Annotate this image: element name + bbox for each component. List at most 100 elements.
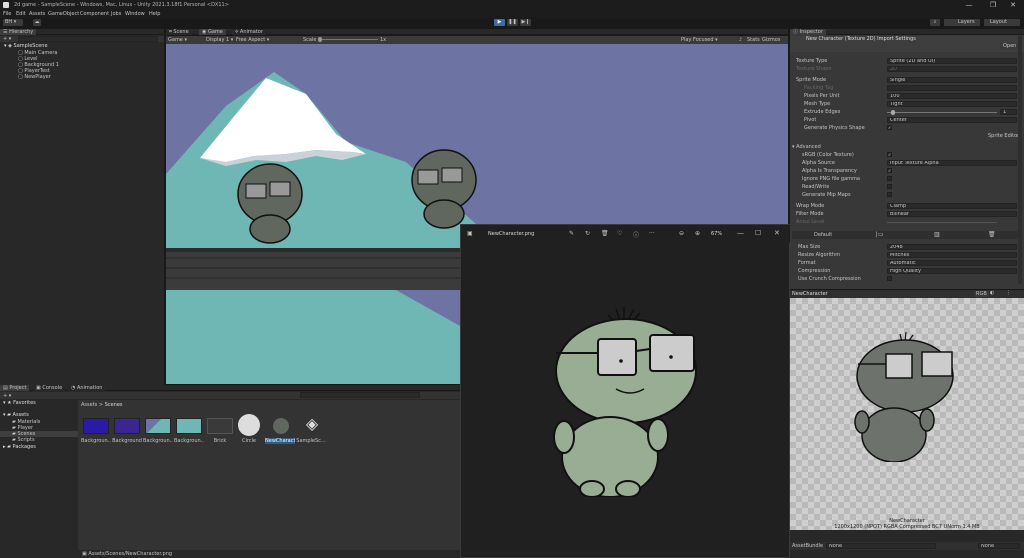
zoom-in-icon[interactable]: ⊕ [695, 230, 700, 237]
menu-file[interactable]: File [3, 11, 11, 17]
tab-animation[interactable]: ◔ Animation [68, 385, 106, 391]
pivot-dropdown[interactable]: Center [887, 117, 1017, 123]
tab-scene[interactable]: ⌗ Scene [166, 29, 192, 35]
maximize-button[interactable]: ❐ [982, 0, 1004, 10]
standalone-icon[interactable]: ▭ [878, 231, 884, 238]
sprite-editor-button[interactable]: Sprite Editor [986, 133, 1022, 140]
filter-mode-dropdown[interactable]: Bilinear [887, 211, 1017, 217]
physics-shape-checkbox[interactable]: ✓ [887, 125, 892, 130]
info-icon[interactable]: ⓘ [633, 230, 639, 239]
menu-window[interactable]: Window [125, 11, 145, 17]
game-mode-dropdown[interactable]: Game ▾ [168, 37, 187, 43]
favorites-node[interactable]: ▾ ★ Favorites [3, 400, 36, 406]
max-size-dropdown[interactable]: 2048 [887, 244, 1017, 250]
more-icon[interactable]: ··· [649, 230, 655, 237]
viewer-minimize-button[interactable]: — [737, 229, 744, 237]
web-icon[interactable]: ▥ [934, 231, 940, 238]
play-focused-dropdown[interactable]: Play Focused ▾ [681, 37, 718, 43]
favorite-icon[interactable]: ♡ [617, 230, 622, 237]
cloud-icon[interactable]: ☁ [33, 19, 41, 26]
folder-scripts[interactable]: ▰ Scripts [12, 437, 35, 443]
account-dropdown[interactable]: BH ▾ [3, 19, 23, 26]
hierarchy-search-input[interactable] [18, 36, 158, 42]
scale-slider-handle[interactable] [318, 37, 322, 42]
open-button[interactable]: Open [1000, 43, 1020, 50]
asset-label: Backgroun... [81, 438, 111, 444]
step-button[interactable]: ▶❙ [520, 19, 531, 26]
tab-inspector[interactable]: ⓘ Inspector [790, 29, 826, 35]
platform-default-tab[interactable]: Default [814, 232, 832, 238]
tab-animator[interactable]: ⟡ Animator [232, 29, 266, 35]
add-button[interactable]: + ▾ [3, 36, 11, 42]
compression-dropdown[interactable]: High Quality [887, 268, 1017, 274]
edit-icon[interactable]: ✎ [569, 230, 574, 237]
texture-type-dropdown[interactable]: Sprite (2D and UI) [887, 58, 1017, 64]
crunch-compression-checkbox[interactable] [887, 276, 892, 281]
breadcrumb-root[interactable]: Assets [81, 402, 97, 408]
resize-algorithm-dropdown[interactable]: Mitchell [887, 252, 1017, 258]
play-button[interactable]: ▶ [494, 19, 505, 26]
asset-item[interactable]: ◈ SampleSc... [296, 414, 336, 458]
tab-hierarchy[interactable]: ☰ Hierarchy [0, 29, 37, 35]
scene-root[interactable]: ▾ ◈ SampleScene [4, 43, 160, 49]
extrude-edges-input[interactable]: 1 [1000, 109, 1017, 115]
resize-algorithm-label: Resize Algorithm [798, 252, 841, 258]
wrap-mode-dropdown[interactable]: Clamp [887, 203, 1017, 209]
menu-component[interactable]: Component [80, 11, 109, 17]
display-dropdown[interactable]: Display 1 ▾ [206, 37, 233, 43]
pixels-per-unit-input[interactable]: 100 [887, 93, 1017, 99]
sprite-mode-dropdown[interactable]: Single [887, 77, 1017, 83]
inspector-scrollbar[interactable] [1018, 36, 1022, 284]
tab-game[interactable]: ◉ Game [199, 29, 226, 35]
mute-icon[interactable]: ♪ [739, 37, 742, 43]
stats-button[interactable]: Stats [747, 37, 760, 43]
packing-tag-input[interactable] [887, 85, 1017, 91]
mip-maps-checkbox[interactable] [887, 192, 892, 197]
srgb-checkbox[interactable]: ✓ [887, 152, 892, 157]
zoom-out-icon[interactable]: ⊖ [679, 230, 684, 237]
read-write-label: Read/Write [802, 184, 830, 190]
delete-icon[interactable]: 🗑 [601, 230, 609, 237]
assets-node[interactable]: ▾ ▰ Assets [3, 412, 29, 418]
menu-help[interactable]: Help [149, 11, 160, 17]
viewer-close-button[interactable]: ✕ [774, 229, 780, 237]
menu-edit[interactable]: Edit [16, 11, 26, 17]
advanced-foldout[interactable]: ▾ Advanced [792, 143, 821, 151]
ignore-gamma-checkbox[interactable] [887, 176, 892, 181]
hierarchy-item-newplayer[interactable]: ▢ NewPlayer [18, 74, 51, 80]
alpha-icon[interactable]: ◐ [990, 290, 994, 296]
assetbundle-variant-dropdown[interactable]: None [978, 543, 1020, 549]
layout-dropdown[interactable]: Layout [984, 19, 1020, 26]
rotate-icon[interactable]: ↻ [585, 230, 590, 237]
alpha-source-dropdown[interactable]: Input Texture Alpha [887, 160, 1017, 166]
layers-dropdown[interactable]: Layers [944, 19, 980, 26]
create-button[interactable]: + ▾ [3, 393, 11, 399]
breadcrumb-current[interactable]: Scenes [105, 402, 123, 408]
minimize-button[interactable]: — [958, 0, 980, 10]
viewer-maximize-button[interactable]: ☐ [755, 229, 761, 237]
aspect-dropdown[interactable]: Free Aspect ▾ [236, 37, 269, 43]
format-dropdown[interactable]: Automatic [887, 260, 1017, 266]
trash-icon[interactable]: 🗑 [988, 231, 996, 238]
rgb-channel-toggle[interactable]: RGB [974, 291, 989, 297]
search-icon[interactable]: ⌕ [930, 19, 940, 26]
menu-jobs[interactable]: Jobs [111, 11, 121, 17]
scale-slider[interactable] [318, 39, 378, 40]
menu-gameobject[interactable]: GameObject [48, 11, 79, 17]
extrude-edges-handle[interactable] [891, 110, 895, 115]
preview-menu-icon[interactable]: ⋮ [1006, 290, 1011, 296]
alpha-transparency-checkbox[interactable]: ✓ [887, 168, 892, 173]
gizmos-dropdown[interactable]: Gizmos [762, 37, 780, 43]
assetbundle-dropdown[interactable]: None [826, 543, 936, 549]
read-write-checkbox[interactable] [887, 184, 892, 189]
tab-hierarchy-label: Hierarchy [9, 29, 34, 35]
extrude-edges-slider[interactable] [887, 112, 997, 113]
close-button[interactable]: ✕ [1002, 0, 1024, 10]
project-search-input[interactable] [300, 392, 420, 398]
menu-assets[interactable]: Assets [29, 11, 45, 17]
tab-console[interactable]: ▣ Console [33, 385, 66, 391]
packages-node[interactable]: ▸ ▰ Packages [3, 444, 36, 450]
pause-button[interactable]: ❚❚ [507, 19, 518, 26]
mesh-type-dropdown[interactable]: Tight [887, 101, 1017, 107]
tab-project[interactable]: ▤ Project [0, 385, 30, 391]
